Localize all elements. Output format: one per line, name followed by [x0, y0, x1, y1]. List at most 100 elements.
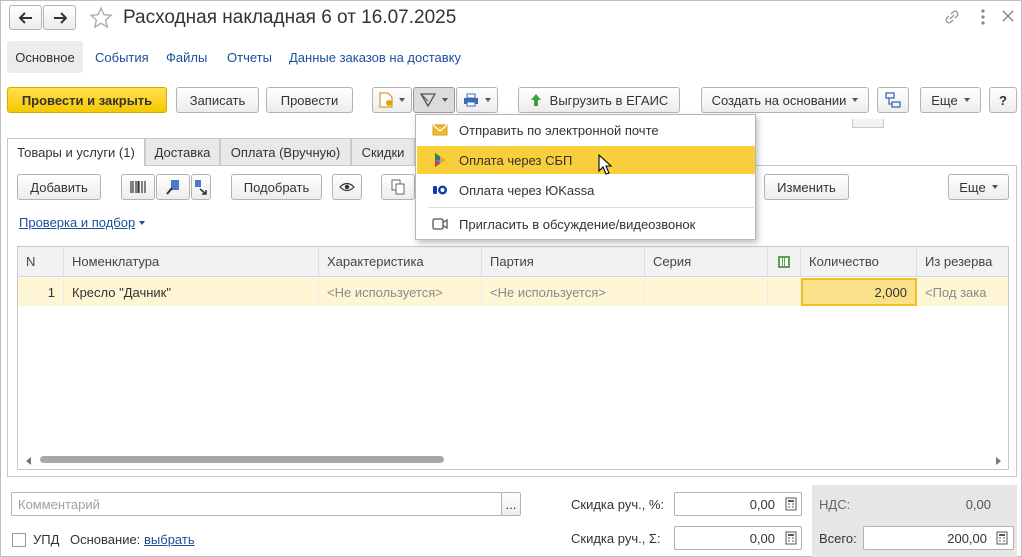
barcode-button[interactable]	[121, 174, 155, 200]
post-and-close-button[interactable]: Провести и закрыть	[7, 87, 167, 113]
tab-discounts-label: Скидки	[361, 144, 405, 160]
cell-batch[interactable]: <Не используется>	[482, 278, 645, 306]
menu-item-sbp-payment[interactable]: Оплата через СБП	[417, 146, 755, 174]
tab-files-label: Файлы	[166, 49, 208, 65]
link-icon[interactable]	[943, 8, 961, 26]
chevron-down-icon	[991, 185, 998, 189]
marking-icon	[778, 255, 790, 268]
export-egais-button[interactable]: Выгрузить в ЕГАИС	[518, 87, 680, 113]
tab-files[interactable]: Файлы	[166, 41, 207, 73]
view-button[interactable]	[332, 174, 362, 200]
menu-item-invite-videocall[interactable]: Пригласить в обсуждение/видеозвонок	[417, 210, 755, 238]
menu-item-yookassa-payment-label: Оплата через ЮKassa	[459, 182, 595, 198]
save-button[interactable]: Записать	[176, 87, 259, 113]
mouse-cursor-icon	[598, 153, 614, 176]
sbp-icon	[431, 152, 449, 168]
basis-select-link[interactable]: выбрать	[144, 532, 195, 547]
menu-item-send-email[interactable]: Отправить по электронной почте	[417, 116, 755, 144]
arrow-up-icon	[530, 94, 541, 106]
send-menu-button[interactable]	[413, 87, 455, 113]
column-header-series[interactable]: Серия	[645, 247, 768, 277]
back-button[interactable]	[9, 5, 42, 30]
chevron-down-icon	[442, 98, 448, 102]
tab-discounts[interactable]: Скидки	[351, 138, 415, 165]
tab-payment-manual[interactable]: Оплата (Вручную)	[220, 138, 351, 165]
tab-main-label: Основное	[15, 49, 75, 65]
post-button[interactable]: Провести	[266, 87, 353, 113]
collapsed-panel-handle[interactable]	[852, 119, 884, 128]
pick-button[interactable]: Подобрать	[231, 174, 322, 200]
add-row-button[interactable]: Добавить	[17, 174, 101, 200]
discount-sum-label: Скидка руч., Σ:	[571, 531, 661, 546]
chevron-down-icon	[399, 98, 405, 102]
more-vertical-icon[interactable]	[976, 8, 990, 26]
comment-input[interactable]: Комментарий	[11, 492, 502, 516]
yookassa-icon	[431, 184, 449, 196]
tab-delivery[interactable]: Доставка	[145, 138, 220, 165]
arrow-left-icon	[18, 11, 32, 24]
calculator-icon[interactable]	[780, 527, 802, 549]
tab-events[interactable]: События	[95, 41, 149, 73]
column-header-n[interactable]: N	[18, 247, 64, 277]
transfer-icon	[195, 180, 207, 195]
chevron-down-icon	[485, 98, 491, 102]
cell-n[interactable]: 1	[18, 278, 64, 306]
chevron-down-icon	[852, 98, 859, 102]
help-button[interactable]: ?	[989, 87, 1017, 113]
barcode-icon	[130, 181, 146, 193]
more-label: Еще	[931, 92, 958, 108]
column-header-characteristic[interactable]: Характеристика	[319, 247, 482, 277]
tab-goods-services[interactable]: Товары и услуги (1)	[7, 138, 145, 166]
video-icon	[431, 218, 449, 230]
cell-series[interactable]	[645, 278, 768, 306]
attachments-button[interactable]	[372, 87, 412, 113]
create-based-on-button[interactable]: Создать на основании	[701, 87, 869, 113]
tab-payment-manual-label: Оплата (Вручную)	[230, 144, 341, 160]
tab-main[interactable]: Основное	[7, 41, 83, 73]
table-more-button[interactable]: Еще	[948, 174, 1009, 200]
column-header-batch[interactable]: Партия	[482, 247, 645, 277]
scroll-left-icon[interactable]	[26, 457, 31, 465]
discount-sum-value: 0,00	[749, 530, 775, 546]
column-header-marking[interactable]	[768, 247, 801, 277]
tab-events-label: События	[95, 49, 149, 65]
discount-pct-label: Скидка руч., %:	[571, 497, 665, 512]
cell-marking[interactable]	[768, 278, 801, 306]
cell-quantity[interactable]: 2,000	[801, 278, 917, 306]
transfer-button[interactable]	[191, 174, 211, 200]
comment-open-button[interactable]: ...	[501, 492, 521, 516]
column-header-reserve[interactable]: Из резерва	[917, 247, 1008, 277]
horizontal-scrollbar[interactable]	[26, 454, 1002, 466]
structure-button[interactable]	[877, 87, 909, 113]
printer-icon	[464, 93, 478, 107]
goods-table: N Номенклатура Характеристика Партия Сер…	[17, 246, 1009, 470]
upd-checkbox[interactable]	[12, 533, 26, 547]
tab-delivery-label: Доставка	[154, 144, 211, 160]
tab-goods-services-label: Товары и услуги (1)	[17, 145, 135, 160]
scroll-right-icon[interactable]	[996, 457, 1001, 465]
print-button[interactable]	[456, 87, 498, 113]
scrollbar-thumb[interactable]	[40, 456, 444, 463]
comment-placeholder: Комментарий	[18, 496, 100, 512]
check-and-pick-link[interactable]: Проверка и подбор	[19, 215, 146, 230]
copy-button[interactable]	[381, 174, 415, 200]
close-icon[interactable]	[1001, 9, 1015, 23]
column-header-quantity[interactable]: Количество	[801, 247, 917, 277]
change-button[interactable]: Изменить	[764, 174, 849, 200]
favorite-star-icon[interactable]	[89, 6, 113, 30]
calculator-icon[interactable]	[780, 493, 802, 515]
tab-reports[interactable]: Отчеты	[227, 41, 272, 73]
cell-reserve[interactable]: <Под зака	[917, 278, 1008, 306]
menu-item-yookassa-payment[interactable]: Оплата через ЮKassa	[417, 176, 755, 204]
column-header-item[interactable]: Номенклатура	[64, 247, 319, 277]
calculator-icon[interactable]	[991, 527, 1013, 549]
eye-icon	[339, 182, 355, 192]
terminal-button[interactable]	[156, 174, 190, 200]
cell-characteristic[interactable]: <Не используется>	[319, 278, 482, 306]
cell-item[interactable]: Кресло "Дачник"	[64, 278, 319, 306]
more-button[interactable]: Еще	[920, 87, 981, 113]
tab-delivery-orders-label: Данные заказов на доставку	[289, 49, 462, 65]
tab-delivery-orders[interactable]: Данные заказов на доставку	[289, 41, 461, 73]
export-egais-label: Выгрузить в ЕГАИС	[549, 92, 669, 108]
forward-button[interactable]	[43, 5, 76, 30]
